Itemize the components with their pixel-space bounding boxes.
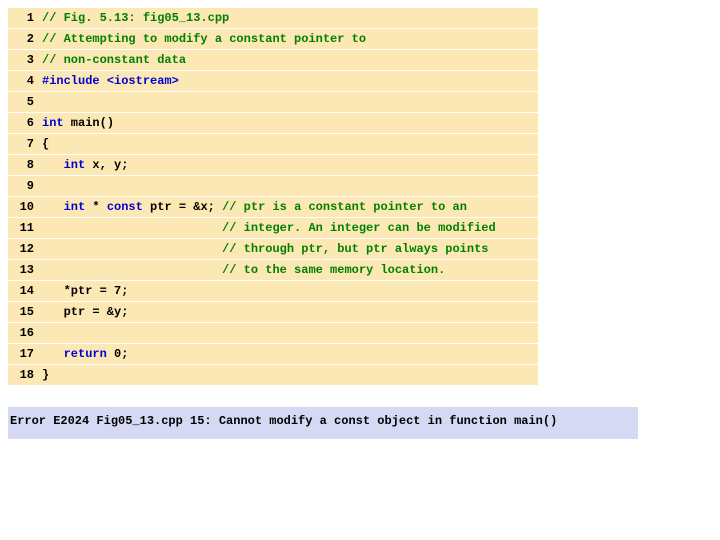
line-number: 13 [8, 263, 40, 277]
code-row: 16 [8, 323, 538, 344]
line-number: 5 [8, 95, 40, 109]
code-row: 10 int * const ptr = &x; // ptr is a con… [8, 197, 538, 218]
line-number: 15 [8, 305, 40, 319]
code-row: 1// Fig. 5.13: fig05_13.cpp [8, 8, 538, 29]
code-cell: { [40, 137, 49, 151]
code-cell: return 0; [40, 347, 128, 361]
code-cell: // Fig. 5.13: fig05_13.cpp [40, 11, 229, 25]
code-cell: } [40, 368, 49, 382]
code-row: 6int main() [8, 113, 538, 134]
code-cell: int main() [40, 116, 114, 130]
line-number: 6 [8, 116, 40, 130]
code-cell: // through ptr, but ptr always points [40, 242, 488, 256]
code-row: 7{ [8, 134, 538, 155]
line-number: 16 [8, 326, 40, 340]
code-cell: int * const ptr = &x; // ptr is a consta… [40, 200, 467, 214]
line-number: 7 [8, 137, 40, 151]
error-text: Error E2024 Fig05_13.cpp 15: Cannot modi… [10, 414, 557, 428]
code-row: 8 int x, y; [8, 155, 538, 176]
line-number: 2 [8, 32, 40, 46]
code-cell: // Attempting to modify a constant point… [40, 32, 366, 46]
code-cell: ptr = &y; [40, 305, 128, 319]
code-row: 17 return 0; [8, 344, 538, 365]
code-row: 3// non-constant data [8, 50, 538, 71]
code-cell: // to the same memory location. [40, 263, 445, 277]
code-cell: *ptr = 7; [40, 284, 128, 298]
code-row: 18} [8, 365, 538, 385]
code-cell: // integer. An integer can be modified [40, 221, 496, 235]
line-number: 18 [8, 368, 40, 382]
code-row: 12 // through ptr, but ptr always points [8, 239, 538, 260]
line-number: 1 [8, 11, 40, 25]
line-number: 14 [8, 284, 40, 298]
code-cell: int x, y; [40, 158, 128, 172]
code-cell: // non-constant data [40, 53, 186, 67]
line-number: 4 [8, 74, 40, 88]
line-number: 11 [8, 221, 40, 235]
compiler-error: Error E2024 Fig05_13.cpp 15: Cannot modi… [8, 407, 638, 439]
line-number: 12 [8, 242, 40, 256]
code-row: 2// Attempting to modify a constant poin… [8, 29, 538, 50]
code-cell [40, 179, 49, 193]
line-number: 10 [8, 200, 40, 214]
code-listing: 1// Fig. 5.13: fig05_13.cpp2// Attemptin… [8, 8, 538, 385]
line-number: 8 [8, 158, 40, 172]
code-row: 4#include <iostream> [8, 71, 538, 92]
line-number: 3 [8, 53, 40, 67]
code-cell: #include <iostream> [40, 74, 179, 88]
code-row: 14 *ptr = 7; [8, 281, 538, 302]
code-row: 5 [8, 92, 538, 113]
line-number: 9 [8, 179, 40, 193]
code-row: 9 [8, 176, 538, 197]
code-cell [40, 326, 49, 340]
code-row: 13 // to the same memory location. [8, 260, 538, 281]
code-row: 15 ptr = &y; [8, 302, 538, 323]
code-row: 11 // integer. An integer can be modifie… [8, 218, 538, 239]
code-cell [40, 95, 49, 109]
line-number: 17 [8, 347, 40, 361]
